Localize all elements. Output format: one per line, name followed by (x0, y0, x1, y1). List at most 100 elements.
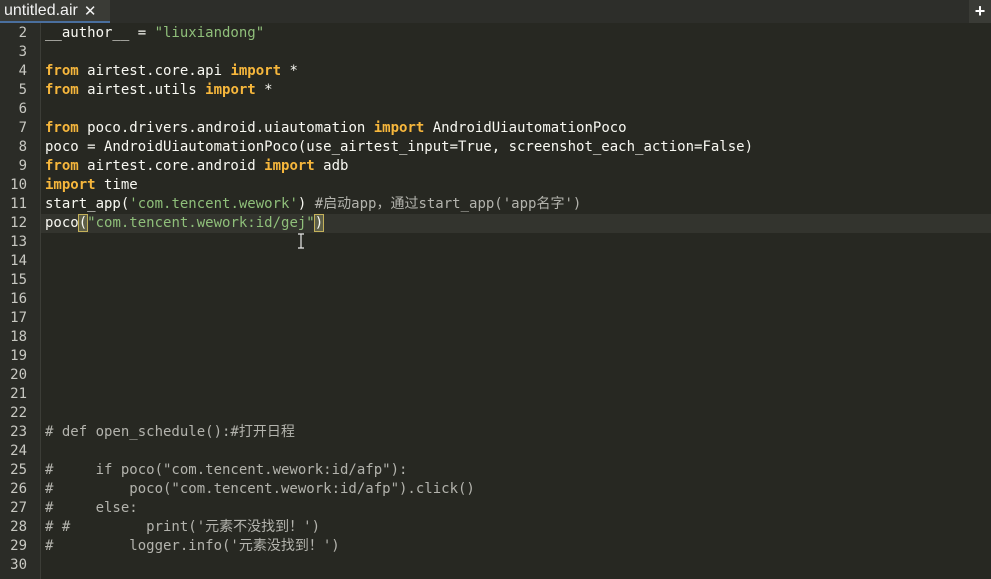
line-number: 15 (10, 272, 27, 288)
code-line-text: # # print('元素不没找到！') (41, 519, 320, 535)
code-line[interactable] (41, 347, 991, 366)
line-number: 28 (10, 519, 27, 535)
line-number: 6 (18, 101, 27, 117)
code-line[interactable]: # else: (41, 499, 991, 518)
line-number: 22 (10, 405, 27, 421)
code-token: "com.tencent.wework:id/gej" (87, 215, 315, 231)
code-token: import (373, 120, 425, 136)
text-cursor-icon (298, 233, 304, 249)
tab-bar: untitled.air ✕ + (0, 0, 991, 23)
code-line-text: from airtest.utils import * (41, 82, 273, 98)
line-number: 20 (10, 367, 27, 383)
line-number: 11 (10, 196, 27, 212)
code-line[interactable] (41, 404, 991, 423)
code-line[interactable]: # if poco("com.tencent.wework:id/afp"): (41, 461, 991, 480)
line-number: 9 (18, 158, 27, 174)
code-token: 'com.tencent.wework' (129, 196, 298, 212)
code-line[interactable]: from airtest.core.api import * (41, 62, 991, 81)
code-token: time (95, 177, 138, 193)
code-token: # poco("com.tencent.wework:id/afp").clic… (45, 481, 475, 497)
line-number: 2 (18, 25, 27, 41)
code-area[interactable]: __author__ = "liuxiandong" from airtest.c… (41, 23, 991, 579)
code-line[interactable] (41, 252, 991, 271)
code-line[interactable] (41, 309, 991, 328)
code-token: # else: (45, 500, 138, 516)
code-token: # if poco("com.tencent.wework:id/afp"): (45, 462, 408, 478)
line-number: 10 (10, 177, 27, 193)
line-number-gutter: 2 3 4 5 6 7 8 9 10 11 12 13 14 15 16 17 18 19 20 21 22 23 24 25… (0, 23, 41, 579)
code-token: # logger.info('元素没找到！') (45, 538, 340, 554)
code-token: import (230, 63, 282, 79)
code-token: airtest.core.api (78, 63, 231, 79)
code-token: poco (45, 215, 79, 231)
code-token: adb (314, 158, 349, 174)
code-line[interactable] (41, 328, 991, 347)
code-line[interactable]: poco = AndroidUiautomationPoco(use_airte… (41, 138, 991, 157)
code-token: * (255, 82, 273, 98)
code-token: __author__ = (45, 25, 155, 41)
tab-title: untitled.air (4, 1, 78, 19)
code-token: ) (313, 214, 325, 232)
code-token: airtest.core.android (78, 158, 265, 174)
code-line[interactable]: # logger.info('元素没找到！') (41, 537, 991, 556)
line-number: 3 (18, 44, 27, 60)
code-line[interactable] (41, 271, 991, 290)
code-line-text: # if poco("com.tencent.wework:id/afp"): (41, 462, 407, 478)
code-line[interactable] (41, 556, 991, 575)
code-line[interactable]: import time (41, 176, 991, 195)
code-line[interactable]: # # print('元素不没找到！') (41, 518, 991, 537)
code-token: start_app( (45, 196, 130, 212)
code-line-text: from poco.drivers.android.uiautomation i… (41, 120, 627, 136)
code-token: import (264, 158, 315, 174)
code-token: import (205, 82, 256, 98)
code-editor[interactable]: 2 3 4 5 6 7 8 9 10 11 12 13 14 15 16 17 18 19 20 21 22 23 24 25… (0, 23, 991, 579)
code-token: import (45, 177, 96, 193)
line-number: 13 (10, 234, 27, 250)
code-token: #启动app，通过start_app('app名字') (314, 196, 582, 212)
line-number: 4 (18, 63, 27, 79)
line-number: 12 (10, 215, 27, 231)
code-line[interactable] (41, 233, 991, 252)
code-line[interactable]: from poco.drivers.android.uiautomation i… (41, 119, 991, 138)
code-line[interactable] (41, 100, 991, 119)
line-number: 30 (10, 557, 27, 573)
code-line[interactable]: # poco("com.tencent.wework:id/afp").clic… (41, 480, 991, 499)
code-token: "liuxiandong" (154, 25, 265, 41)
code-line[interactable] (41, 366, 991, 385)
code-token: from (45, 82, 79, 98)
code-line-text: import time (41, 177, 138, 193)
code-token: airtest.utils (78, 82, 206, 98)
code-line[interactable]: # def open_schedule():#打开日程 (41, 423, 991, 442)
code-line-text: from airtest.core.api import * (41, 63, 298, 79)
line-number: 24 (10, 443, 27, 459)
code-line[interactable] (41, 442, 991, 461)
tab-untitled-air[interactable]: untitled.air ✕ (0, 0, 110, 23)
code-line[interactable]: start_app('com.tencent.wework') #启动app，通… (41, 195, 991, 214)
code-token: # # print('元素不没找到！') (45, 519, 321, 535)
line-number: 18 (10, 329, 27, 345)
close-icon[interactable]: ✕ (84, 2, 97, 20)
line-number: 14 (10, 253, 27, 269)
plus-icon[interactable]: + (969, 0, 991, 23)
code-line-text: # else: (41, 500, 138, 516)
code-line[interactable]: from airtest.core.android import adb (41, 157, 991, 176)
code-line[interactable]: from airtest.utils import * (41, 81, 991, 100)
code-line[interactable] (41, 43, 991, 62)
code-line-text: start_app('com.tencent.wework') #启动app，通… (41, 196, 581, 212)
line-number: 27 (10, 500, 27, 516)
code-line[interactable] (41, 290, 991, 309)
code-line-text: # logger.info('元素没找到！') (41, 538, 340, 554)
line-number: 23 (10, 424, 27, 440)
code-line[interactable] (41, 385, 991, 404)
code-line[interactable]: poco("com.tencent.wework:id/gej") (41, 214, 991, 233)
code-line[interactable]: __author__ = "liuxiandong" (41, 24, 991, 43)
